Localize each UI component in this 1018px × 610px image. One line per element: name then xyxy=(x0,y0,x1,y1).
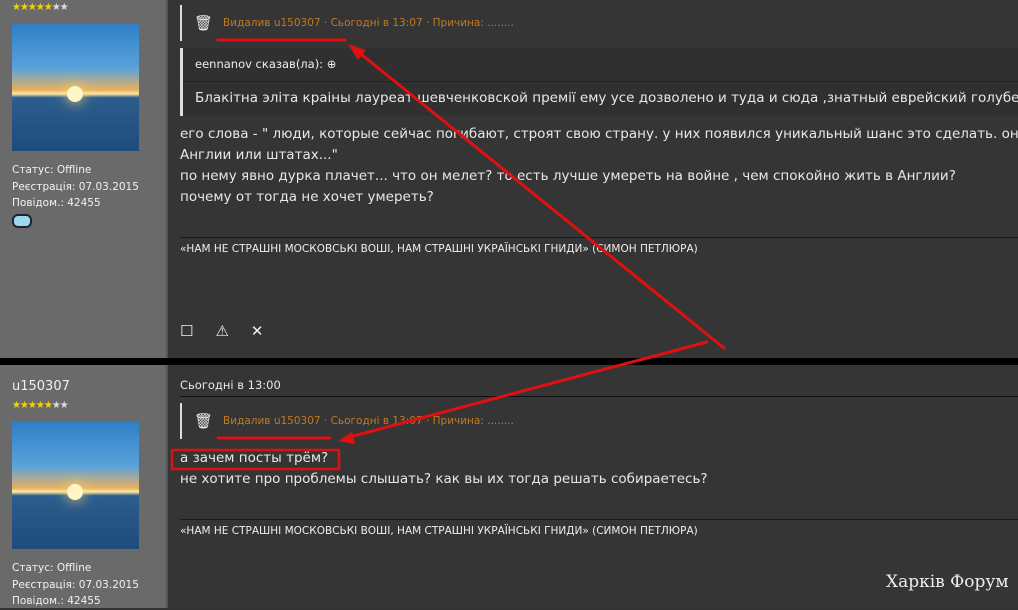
arrowhead xyxy=(338,432,355,444)
annotation-arrow xyxy=(344,340,709,440)
annotation-box xyxy=(170,448,341,471)
annotation-arrow xyxy=(354,48,726,350)
annotation-overlay xyxy=(170,38,726,471)
